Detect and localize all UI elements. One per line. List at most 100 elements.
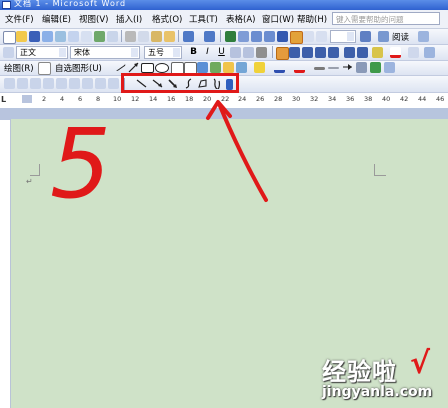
edit-points-icon[interactable] [108, 78, 119, 89]
font-color-icon[interactable] [390, 47, 401, 58]
style-select[interactable]: 正文 [16, 46, 68, 59]
help-search-input[interactable]: 键入需要帮助的问题 [332, 12, 440, 25]
open-folder-icon[interactable] [16, 31, 27, 42]
drawing-toggle-icon[interactable] [290, 31, 303, 44]
menu-file[interactable]: 文件(F) [5, 13, 34, 25]
bold-button[interactable]: B [187, 46, 200, 59]
permission-icon[interactable] [42, 31, 53, 42]
research-icon[interactable] [107, 31, 118, 42]
help-icon[interactable] [360, 31, 371, 42]
annotation-number: 5 [50, 108, 112, 220]
align-distribute-icon[interactable] [69, 78, 80, 89]
drawing-font-color-icon[interactable] [294, 62, 305, 73]
format-painter-icon[interactable] [164, 31, 175, 42]
rectangle-icon[interactable] [141, 63, 154, 73]
align-right-icon[interactable] [302, 47, 313, 58]
arrow-icon[interactable] [128, 62, 139, 73]
ruler-mark: 46 [436, 95, 445, 103]
hyperlink-icon[interactable] [225, 31, 236, 42]
line-color-icon[interactable] [274, 62, 285, 73]
order-icon[interactable] [43, 78, 54, 89]
shadow-style-icon[interactable] [356, 62, 367, 73]
fill-color-icon[interactable] [254, 62, 265, 73]
toolbar-options-icon[interactable] [418, 31, 429, 42]
undo-icon[interactable] [183, 31, 194, 42]
read-button[interactable]: 阅读 [392, 31, 409, 43]
new-document-icon[interactable] [3, 31, 16, 44]
numbering-icon[interactable] [344, 47, 355, 58]
document-map-icon[interactable] [303, 31, 314, 42]
ungroup-icon[interactable] [17, 78, 28, 89]
show-hide-icon[interactable] [316, 31, 327, 42]
separator [121, 30, 122, 42]
draw-menu-button[interactable]: 绘图(R) [4, 62, 34, 74]
character-scale-icon[interactable] [256, 47, 267, 58]
align-left-icon[interactable] [276, 47, 289, 60]
ruler-mark: 18 [185, 95, 194, 103]
separator [272, 46, 273, 58]
styles-icon[interactable] [3, 47, 14, 58]
bullets-icon[interactable] [357, 47, 368, 58]
copy-icon[interactable] [138, 31, 149, 42]
menu-view[interactable]: 视图(V) [79, 13, 108, 25]
line-icon[interactable] [112, 59, 127, 72]
menu-edit[interactable]: 编辑(E) [42, 13, 71, 25]
vertical-ruler[interactable] [0, 108, 11, 408]
underline-button[interactable]: U [215, 46, 228, 59]
regroup-icon[interactable] [30, 78, 41, 89]
highlight-box [121, 73, 239, 93]
line-style-icon[interactable] [314, 67, 325, 70]
decrease-indent-icon[interactable] [408, 47, 419, 58]
font-size-select[interactable]: 五号 [144, 46, 182, 59]
print-preview-icon[interactable] [81, 31, 92, 42]
font-select[interactable]: 宋体 [70, 46, 140, 59]
text-wrap-icon[interactable] [95, 78, 106, 89]
picture-icon[interactable] [236, 62, 247, 73]
tables-borders-icon[interactable] [238, 31, 249, 42]
menu-tools[interactable]: 工具(T) [189, 13, 218, 25]
character-border-icon[interactable] [230, 47, 241, 58]
menu-format[interactable]: 格式(O) [152, 13, 182, 25]
group-icon[interactable] [4, 78, 15, 89]
line-spacing-icon[interactable] [328, 47, 339, 58]
rotate-icon[interactable] [82, 78, 93, 89]
ruler-mark: 14 [149, 95, 158, 103]
nudge-icon[interactable] [56, 78, 67, 89]
print-icon[interactable] [68, 31, 79, 42]
read-icon[interactable] [378, 31, 389, 42]
redo-icon[interactable] [204, 31, 215, 42]
oval-icon[interactable] [155, 63, 169, 73]
formatting-toolbar: 正文 宋体 五号 B I U [0, 45, 448, 61]
clipart-icon[interactable] [223, 62, 234, 73]
highlight-icon[interactable] [372, 47, 383, 58]
save-icon[interactable] [29, 31, 40, 42]
ruler-mark: 4 [60, 95, 65, 103]
email-icon[interactable] [55, 31, 66, 42]
autoshapes-menu-button[interactable]: 自选图形(U) [55, 62, 102, 74]
wordart-icon[interactable] [197, 62, 208, 73]
cut-icon[interactable] [125, 31, 136, 42]
diagram-icon[interactable] [210, 62, 221, 73]
toolbar-options-icon[interactable] [384, 62, 395, 73]
italic-button[interactable]: I [201, 46, 214, 59]
menu-insert[interactable]: 插入(I) [116, 13, 142, 25]
character-shading-icon[interactable] [243, 47, 254, 58]
menu-help[interactable]: 帮助(H) [297, 13, 327, 25]
spelling-icon[interactable] [94, 31, 105, 42]
tab-selector[interactable]: L [1, 95, 6, 104]
dash-style-icon[interactable] [328, 67, 339, 69]
zoom-select[interactable] [330, 30, 356, 43]
arrow-style-icon[interactable] [342, 62, 353, 73]
toolbar-options-icon[interactable] [424, 47, 435, 58]
menu-window[interactable]: 窗口(W) [262, 13, 294, 25]
3d-style-icon[interactable] [370, 62, 381, 73]
align-center-icon[interactable] [289, 47, 300, 58]
insert-table-icon[interactable] [251, 31, 262, 42]
justify-icon[interactable] [315, 47, 326, 58]
paste-icon[interactable] [151, 31, 162, 42]
columns-icon[interactable] [277, 31, 288, 42]
insert-excel-icon[interactable] [264, 31, 275, 42]
select-objects-icon[interactable] [38, 62, 51, 75]
menu-table[interactable]: 表格(A) [226, 13, 255, 25]
ruler-mark: 36 [346, 95, 355, 103]
